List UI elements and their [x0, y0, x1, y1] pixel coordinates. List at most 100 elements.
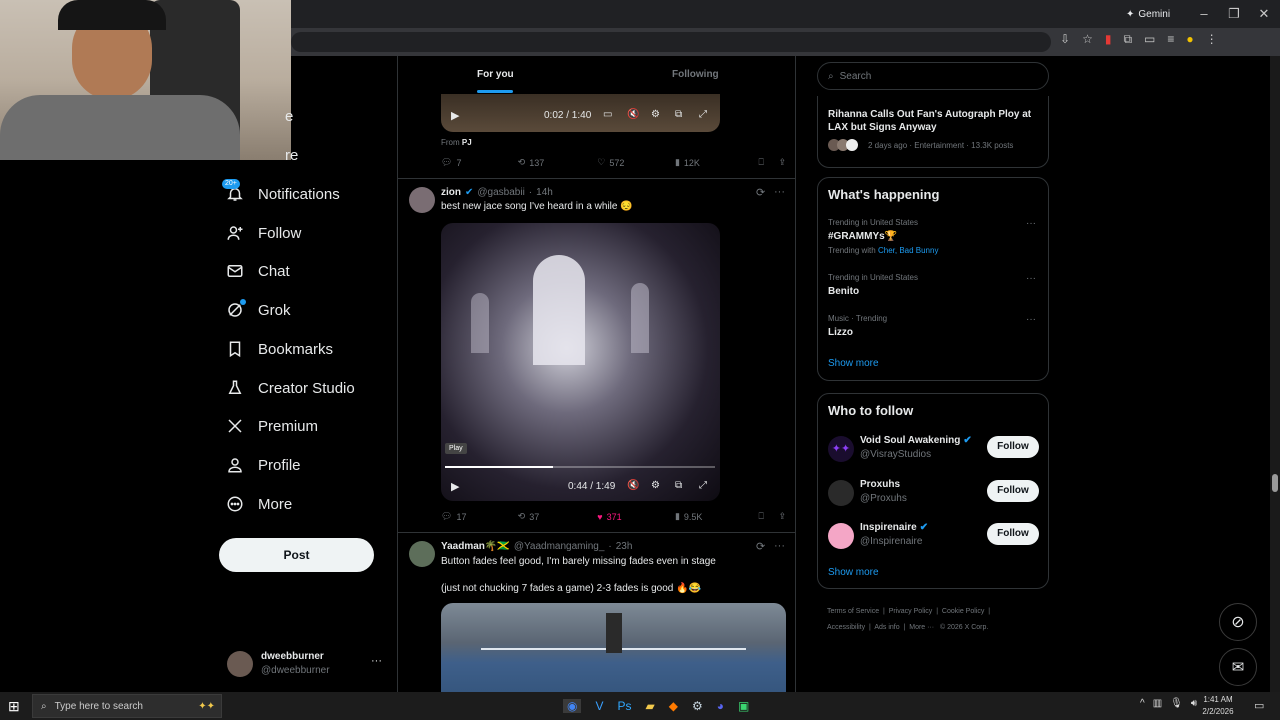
- repost-button[interactable]: ⟲ 37: [518, 511, 598, 522]
- play-icon[interactable]: ▶: [451, 480, 459, 493]
- app-taskbar-icon[interactable]: ▣: [738, 699, 749, 713]
- grok-icon[interactable]: ⟳: [756, 186, 765, 199]
- follow-suggestion[interactable]: Inspirenaire ✔ @Inspirenaire Follow: [818, 519, 1048, 559]
- photoshop-taskbar-icon[interactable]: Ps: [618, 699, 632, 713]
- more-dots-icon[interactable]: ···: [1026, 314, 1036, 325]
- show-more-link[interactable]: Show more: [828, 358, 879, 369]
- fullscreen-icon[interactable]: ⤢: [699, 480, 707, 491]
- grok-fab[interactable]: ⊘: [1219, 603, 1257, 641]
- footer-link[interactable]: More ···: [909, 624, 934, 631]
- mute-icon[interactable]: 🔇: [627, 480, 639, 491]
- grok-icon[interactable]: ⟳: [756, 540, 765, 553]
- more-dots-icon[interactable]: ···: [1026, 218, 1036, 229]
- chrome-menu-icon[interactable]: ⋮: [1206, 32, 1218, 47]
- tab-following[interactable]: Following: [672, 69, 719, 80]
- discord-taskbar-icon[interactable]: ◕: [717, 699, 724, 713]
- gemini-button[interactable]: ✦ Gemini: [1126, 0, 1170, 28]
- scrollbar[interactable]: [1270, 56, 1280, 692]
- sidebar-item-bookmarks[interactable]: Bookmarks: [226, 335, 333, 363]
- views-button[interactable]: ▮ 9.5K: [675, 511, 759, 522]
- sidebar-item-chat[interactable]: Chat: [226, 257, 290, 285]
- author-name[interactable]: zion: [441, 187, 461, 198]
- pip-icon[interactable]: ⧉: [675, 480, 682, 491]
- taskbar-search[interactable]: ⌕ Type here to search ✦✦: [32, 694, 222, 718]
- trend-item[interactable]: Music · Trending Lizzo ···: [818, 312, 1048, 346]
- sidebar-partial-explore[interactable]: re: [285, 147, 298, 164]
- settings-icon[interactable]: ⚙: [651, 480, 660, 491]
- from-name[interactable]: PJ: [462, 138, 472, 147]
- like-button[interactable]: ♡ 572: [597, 157, 675, 168]
- messages-fab[interactable]: ✉: [1219, 648, 1257, 686]
- follow-suggestion[interactable]: ✦✦ Void Soul Awakening ✔ @VisrayStudios F…: [818, 432, 1048, 472]
- scrollbar-thumb[interactable]: [1272, 474, 1278, 492]
- minimize-button[interactable]: –: [1190, 0, 1218, 28]
- bookmark-star-icon[interactable]: ☆: [1082, 32, 1093, 47]
- footer-link[interactable]: Cookie Policy: [942, 608, 984, 615]
- sidebar-item-profile[interactable]: Profile: [226, 451, 301, 479]
- share-button[interactable]: ⇪: [778, 511, 786, 522]
- post2-video[interactable]: Play ▶ 0:44 / 1:49 🔇 ⚙ ⧉ ⤢: [441, 223, 720, 501]
- chrome-taskbar-icon[interactable]: ◉: [563, 699, 582, 713]
- author-handle[interactable]: @Yaadmangaming_: [514, 541, 605, 552]
- sidebar-item-follow[interactable]: Follow: [226, 219, 301, 247]
- footer-link[interactable]: Terms of Service: [827, 608, 879, 615]
- post-time[interactable]: 14h: [536, 187, 553, 198]
- tab-for-you[interactable]: For you: [477, 69, 514, 80]
- profile-avatar-icon[interactable]: ●: [1186, 32, 1193, 47]
- chevron-up-icon[interactable]: ^: [1140, 698, 1145, 709]
- follow-suggestion[interactable]: Proxuhs @Proxuhs Follow: [818, 476, 1048, 516]
- follow-button[interactable]: Follow: [987, 523, 1039, 545]
- trend-item[interactable]: Trending in United States Benito ···: [818, 271, 1048, 305]
- views-button[interactable]: ▮ 12K: [675, 157, 759, 168]
- like-button[interactable]: ♥ 371: [597, 512, 675, 522]
- maximize-button[interactable]: ❐: [1220, 0, 1248, 28]
- sidebar-partial-home[interactable]: e: [285, 108, 293, 125]
- sidebar-item-creator-studio[interactable]: Creator Studio: [226, 374, 355, 402]
- sidebar-item-premium[interactable]: Premium: [226, 412, 318, 440]
- settings-icon[interactable]: ⚙: [651, 109, 660, 120]
- reply-button[interactable]: 💬︎ 7: [441, 157, 518, 168]
- file-explorer-taskbar-icon[interactable]: ▰: [646, 699, 655, 713]
- windows-start-icon[interactable]: ⊞: [8, 698, 20, 715]
- avatar[interactable]: [409, 187, 435, 213]
- sidebar-item-more[interactable]: More: [226, 490, 292, 518]
- network-icon[interactable]: ▥: [1153, 698, 1162, 709]
- steam-taskbar-icon[interactable]: ⚙: [692, 699, 703, 713]
- install-icon[interactable]: ⇩: [1060, 32, 1070, 47]
- post-button[interactable]: Post: [219, 538, 374, 572]
- search-input[interactable]: ⌕ Search: [817, 62, 1049, 90]
- show-more-link[interactable]: Show more: [828, 567, 879, 578]
- author-handle[interactable]: @gasbabii: [477, 187, 524, 198]
- clock[interactable]: 1:41 AM 2/2/2026: [1196, 694, 1240, 718]
- account-switcher[interactable]: dweebburner @dweebburner ···: [227, 649, 392, 679]
- follow-button[interactable]: Follow: [987, 436, 1039, 458]
- mic-icon[interactable]: 🎙︎: [1170, 698, 1183, 709]
- post3-image[interactable]: [441, 603, 786, 692]
- post1-video[interactable]: ▶ 0:02 / 1:40 ▭ 🔇 ⚙ ⧉ ⤢: [441, 94, 720, 132]
- avatar[interactable]: [409, 541, 435, 567]
- trend-with-links[interactable]: Cher, Bad Bunny: [878, 246, 938, 255]
- footer-link[interactable]: Ads info: [874, 624, 899, 631]
- reply-button[interactable]: 💬︎ 17: [441, 511, 518, 522]
- news-card[interactable]: Rihanna Calls Out Fan's Autograph Ploy a…: [817, 96, 1049, 168]
- address-bar[interactable]: [291, 32, 1051, 52]
- author-name[interactable]: Yaadman🌴🇯🇲: [441, 541, 510, 552]
- share-button[interactable]: ⇪: [778, 157, 786, 168]
- footer-link[interactable]: Accessibility: [827, 624, 865, 631]
- follow-button[interactable]: Follow: [987, 480, 1039, 502]
- extensions-icon[interactable]: ⧉: [1123, 32, 1132, 47]
- fullscreen-icon[interactable]: ⤢: [699, 109, 707, 120]
- play-icon[interactable]: ▶: [451, 109, 459, 122]
- tab-search-icon[interactable]: ▭: [1144, 32, 1155, 47]
- footer-link[interactable]: Privacy Policy: [889, 608, 933, 615]
- video-progress-track[interactable]: [445, 466, 715, 468]
- media-icon[interactable]: ≡: [1167, 32, 1174, 47]
- bookmark-button[interactable]: ⎕: [759, 157, 779, 168]
- notification-center-icon[interactable]: ▭: [1254, 699, 1264, 712]
- extension-red-icon[interactable]: ▮: [1105, 32, 1112, 47]
- repost-button[interactable]: ⟲ 137: [518, 157, 598, 168]
- mute-icon[interactable]: 🔇: [627, 109, 639, 120]
- trend-item[interactable]: Trending in United States #GRAMMYs🏆 Tren…: [818, 216, 1048, 262]
- sidebar-item-grok[interactable]: Grok: [226, 296, 291, 324]
- sidebar-item-notifications[interactable]: 20+ Notifications: [222, 179, 340, 208]
